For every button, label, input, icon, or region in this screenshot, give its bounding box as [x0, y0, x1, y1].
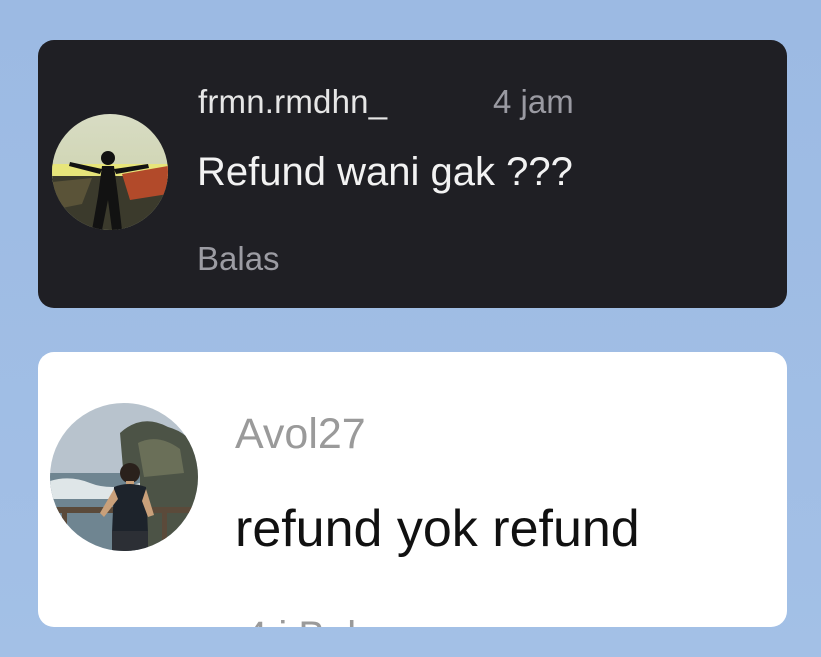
comment-text: refund yok refund	[235, 500, 640, 558]
comment-username[interactable]: Avol27	[235, 410, 366, 459]
comment-card-light: Avol27 refund yok refund 4 j Balas	[38, 352, 787, 627]
comment-timestamp: 4 jam	[493, 83, 574, 120]
user-avatar[interactable]	[50, 403, 198, 551]
comment-text: Refund wani gak ???	[197, 150, 573, 194]
reply-button[interactable]: Balas	[197, 240, 280, 278]
comment-card-dark: frmn.rmdhn_ 4 jam Refund wani gak ??? Ba…	[38, 40, 787, 308]
user-avatar[interactable]	[52, 114, 168, 230]
comment-meta-row[interactable]: 4 j Balas	[245, 614, 398, 627]
avatar-image	[50, 403, 198, 551]
avatar-image	[52, 114, 168, 230]
comment-username[interactable]: frmn.rmdhn_	[198, 83, 387, 121]
